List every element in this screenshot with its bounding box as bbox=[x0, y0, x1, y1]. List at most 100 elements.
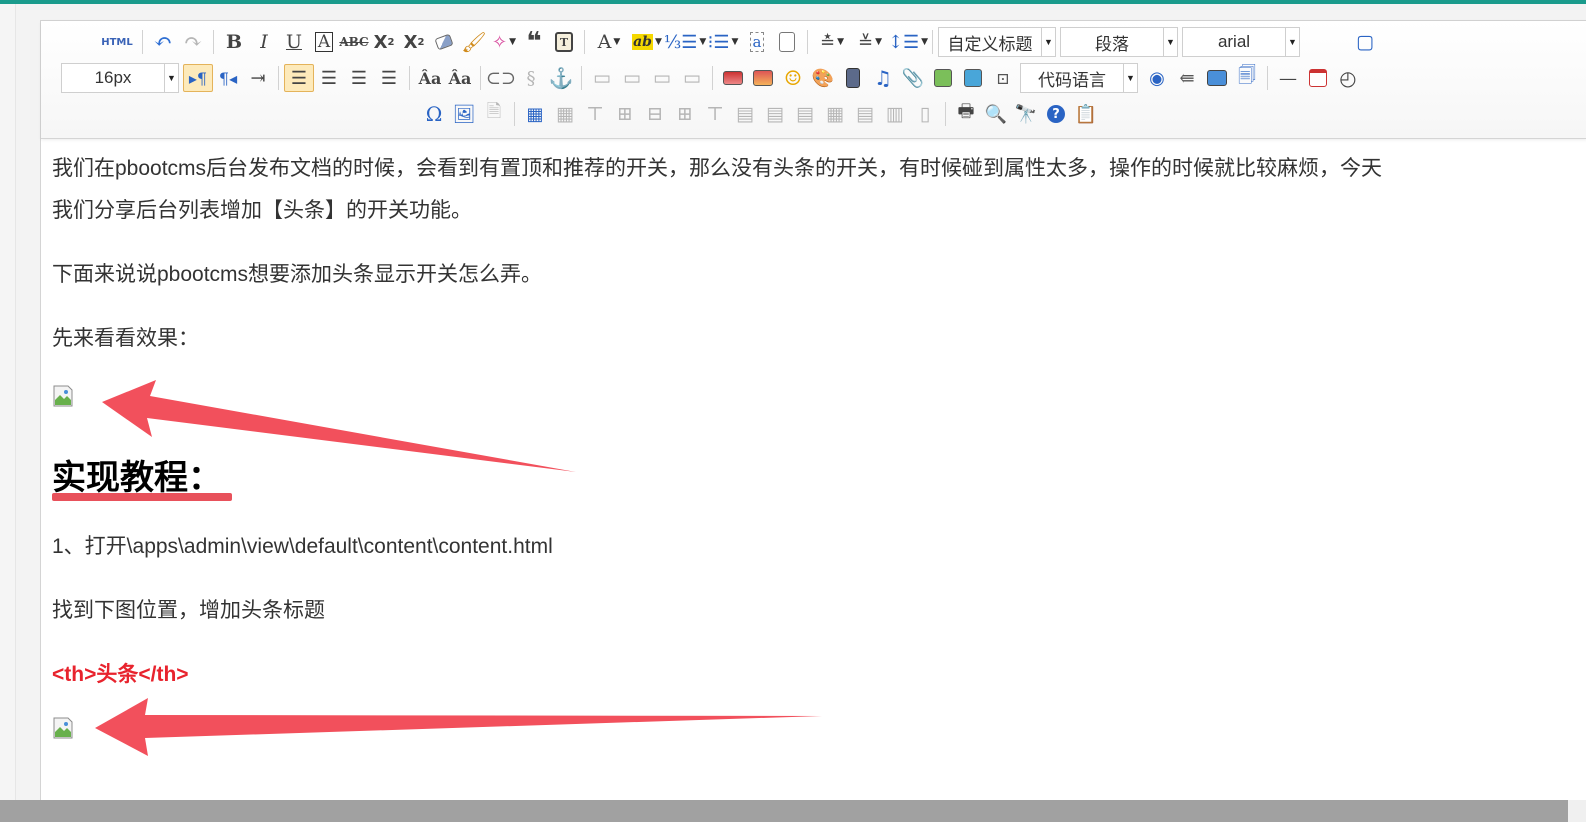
font-size-select[interactable]: 16px ▼ bbox=[61, 63, 179, 93]
highlight-color-icon[interactable]: ab ▼ bbox=[628, 28, 666, 56]
eraser-icon[interactable] bbox=[429, 28, 459, 56]
attachment-icon[interactable]: 📎 bbox=[898, 64, 928, 92]
paragraph-intro-line1: 我们在pbootcms后台发布文档的时候，会看到有置顶和推荐的开关，那么没有头条… bbox=[52, 157, 1383, 180]
toolbar-row-1: HTML ↶ ↷ B I U A ABC X2 X2 🖌 ✧ ▼ ❝ T A ▼ a… bbox=[97, 27, 1380, 57]
merge-right-icon[interactable]: ▤ bbox=[760, 100, 790, 128]
help-icon[interactable]: ? bbox=[1041, 100, 1071, 128]
insert-image-icon[interactable] bbox=[748, 64, 778, 92]
insert-row-icon[interactable]: ⊞ bbox=[610, 100, 640, 128]
anchor-icon[interactable]: ⚓ bbox=[546, 64, 576, 92]
italic-icon[interactable]: I bbox=[249, 28, 279, 56]
align-left-icon[interactable]: ☰ bbox=[284, 64, 314, 92]
lowercase-icon[interactable]: Âa bbox=[445, 64, 475, 92]
code-snippet-th: <th>头条</th> bbox=[52, 663, 189, 686]
paste-plain-icon[interactable]: T bbox=[549, 28, 579, 56]
link-icon[interactable]: ⊂⊃ bbox=[486, 64, 516, 92]
wordimage-icon[interactable]: 🗎 bbox=[479, 100, 509, 128]
date-icon[interactable] bbox=[1303, 64, 1333, 92]
window-top-accent-bar bbox=[0, 0, 1586, 4]
row-spacing-top-icon[interactable]: ≛ ▼ bbox=[813, 28, 851, 56]
new-page-icon[interactable] bbox=[772, 28, 802, 56]
horizontal-rule-icon[interactable]: — bbox=[1273, 64, 1303, 92]
preview-icon[interactable]: 🔍 bbox=[981, 100, 1011, 128]
underline-icon[interactable]: U bbox=[279, 28, 309, 56]
subscript-icon[interactable]: X2 bbox=[399, 28, 429, 56]
template-icon[interactable]: ⇚ bbox=[1172, 64, 1202, 92]
bold-icon[interactable]: B bbox=[219, 28, 249, 56]
strikethrough-icon[interactable]: ABC bbox=[339, 28, 369, 56]
split-cells-icon[interactable]: ▦ bbox=[820, 100, 850, 128]
font-color-icon[interactable]: A ▼ bbox=[590, 28, 628, 56]
emotion-icon[interactable]: ☺ bbox=[778, 64, 808, 92]
undo-icon[interactable]: ↶ bbox=[148, 28, 178, 56]
map-icon[interactable] bbox=[928, 64, 958, 92]
delete-col-icon[interactable]: ⊤ bbox=[700, 100, 730, 128]
music-icon[interactable]: ♫ bbox=[868, 64, 898, 92]
unordered-list-icon[interactable]: ⁝☰ ▼ bbox=[704, 28, 742, 56]
image-center-icon[interactable]: ▭ bbox=[677, 64, 707, 92]
merge-cells-icon[interactable]: ▤ bbox=[730, 100, 760, 128]
insert-table-icon[interactable]: ▦ bbox=[520, 100, 550, 128]
redo-icon[interactable]: ↷ bbox=[178, 28, 208, 56]
step-1-note: 找到下图位置，增加头条标题 bbox=[52, 599, 325, 622]
insert-video-icon[interactable] bbox=[838, 64, 868, 92]
toolbar-separator bbox=[409, 66, 410, 90]
horizontal-scrollbar[interactable] bbox=[0, 800, 1586, 822]
ltr-direction-icon[interactable]: ▸¶ bbox=[183, 64, 213, 92]
simple-upload-icon[interactable] bbox=[718, 64, 748, 92]
superscript-icon[interactable]: X2 bbox=[369, 28, 399, 56]
page-break-icon[interactable]: ◉ bbox=[1142, 64, 1172, 92]
align-center-icon[interactable]: ☰ bbox=[314, 64, 344, 92]
direction-icon[interactable]: ▢ bbox=[1350, 28, 1380, 56]
indent-icon[interactable]: ⇥ bbox=[243, 64, 273, 92]
code-language-select[interactable]: 代码语言 ▼ bbox=[1020, 63, 1138, 93]
chart-icon[interactable]: ▯ bbox=[910, 100, 940, 128]
toolbar-separator bbox=[584, 30, 585, 54]
scrawl-icon[interactable]: 🎨 bbox=[808, 64, 838, 92]
rich-text-editor: HTML ↶ ↷ B I U A ABC X2 X2 🖌 ✧ ▼ ❝ T A ▼ a… bbox=[40, 20, 1586, 810]
font-family-select[interactable]: arial ▼ bbox=[1182, 27, 1300, 57]
paragraph-question: 下面来说说pbootcms想要添加头条显示开关怎么弄。 bbox=[52, 263, 543, 286]
image-left-icon[interactable]: ▭ bbox=[617, 64, 647, 92]
align-justify-icon[interactable]: ☰ bbox=[374, 64, 404, 92]
source-html-button[interactable]: HTML bbox=[97, 28, 137, 56]
gmap-icon[interactable] bbox=[958, 64, 988, 92]
font-border-icon[interactable]: A bbox=[309, 28, 339, 56]
blockquote-icon[interactable]: ❝ bbox=[519, 27, 549, 57]
image-none-icon[interactable]: ▭ bbox=[587, 64, 617, 92]
search-replace-icon[interactable]: 🔭 bbox=[1011, 100, 1041, 128]
image-right-icon[interactable]: ▭ bbox=[647, 64, 677, 92]
word-image-icon[interactable]: 🗐 bbox=[1232, 64, 1262, 92]
insert-frame-icon[interactable]: ⊡ bbox=[988, 64, 1018, 92]
merge-down-icon[interactable]: ▤ bbox=[790, 100, 820, 128]
time-icon[interactable]: ◴ bbox=[1333, 64, 1363, 92]
auto-format-icon[interactable]: ✧ ▼ bbox=[489, 28, 519, 56]
paragraph-preview-lead: 先来看看效果： bbox=[52, 327, 199, 350]
toolbar-separator bbox=[514, 102, 515, 126]
line-height-icon[interactable]: ↕☰ ▼ bbox=[888, 28, 928, 56]
custom-heading-select[interactable]: 自定义标题 ▼ bbox=[938, 27, 1056, 57]
align-right-icon[interactable]: ☰ bbox=[344, 64, 374, 92]
paragraph-format-select[interactable]: 段落 ▼ bbox=[1060, 27, 1178, 57]
toolbar-separator bbox=[712, 66, 713, 90]
format-brush-icon[interactable]: 🖌 bbox=[459, 28, 489, 56]
row-spacing-bottom-icon[interactable]: ≚ ▼ bbox=[851, 28, 889, 56]
unlink-icon[interactable]: § bbox=[516, 64, 546, 92]
insert-col-icon[interactable]: ⊞ bbox=[670, 100, 700, 128]
uppercase-icon[interactable]: Âa bbox=[415, 64, 445, 92]
split-cols-icon[interactable]: ▥ bbox=[880, 100, 910, 128]
insert-paragraph-before-table-icon[interactable]: ⊤ bbox=[580, 100, 610, 128]
scrollbar-corner bbox=[1568, 800, 1586, 822]
background-icon[interactable] bbox=[1202, 64, 1232, 92]
split-rows-icon[interactable]: ▤ bbox=[850, 100, 880, 128]
delete-row-icon[interactable]: ⊟ bbox=[640, 100, 670, 128]
insert-code-icon[interactable]: a bbox=[742, 28, 772, 56]
special-chars-icon[interactable]: Ω bbox=[419, 100, 449, 128]
snapscreen-icon[interactable]: 🖼 bbox=[449, 100, 479, 128]
drafts-icon[interactable]: 📋 bbox=[1071, 100, 1101, 128]
delete-table-icon[interactable]: ▦ bbox=[550, 100, 580, 128]
rtl-direction-icon[interactable]: ¶◂ bbox=[213, 64, 243, 92]
toolbar-separator bbox=[213, 30, 214, 54]
ordered-list-icon[interactable]: ⅓☰ ▼ bbox=[664, 28, 707, 56]
print-icon[interactable]: 🖶 bbox=[951, 100, 981, 128]
